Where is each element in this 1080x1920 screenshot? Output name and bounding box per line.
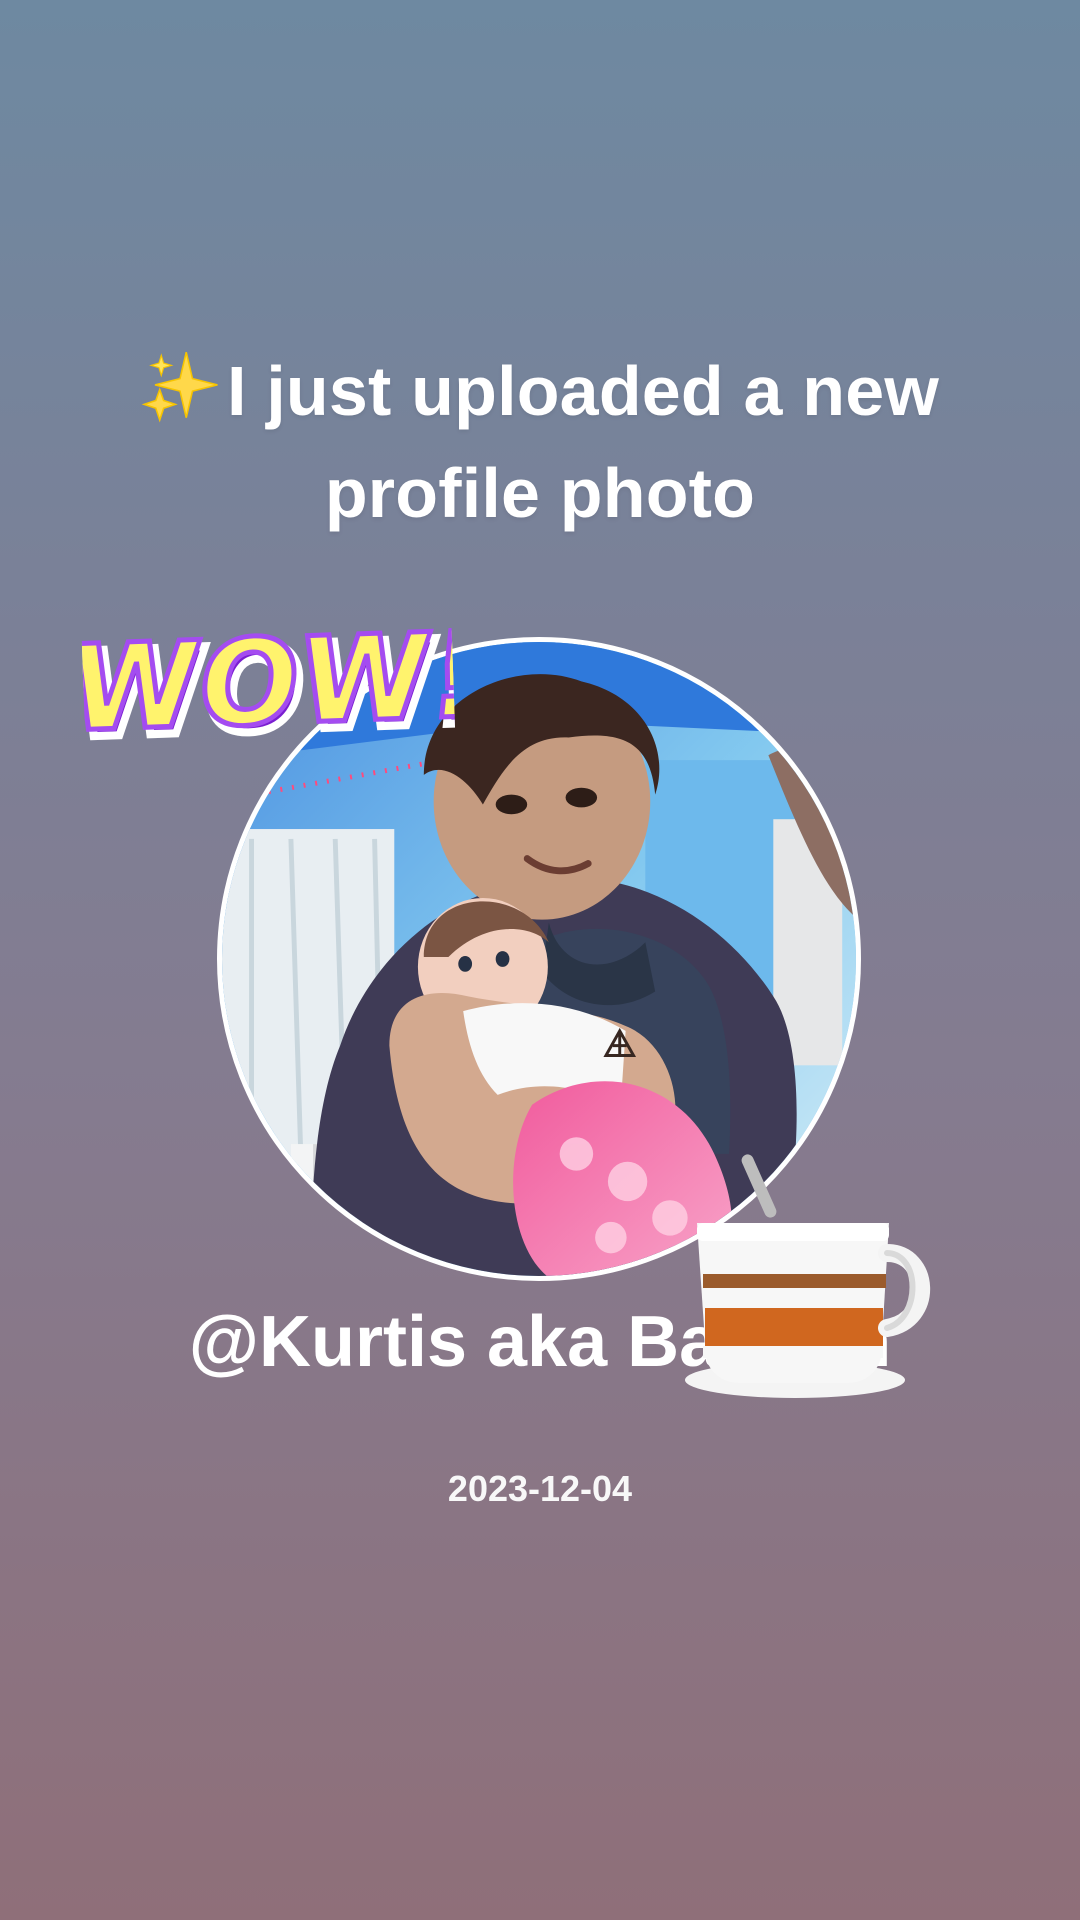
- headline-text: I just uploaded a new profile photo: [90, 340, 990, 544]
- wow-sticker-text: WOW!: [79, 606, 456, 758]
- wow-sticker: WOW! WOW!: [79, 603, 456, 769]
- sparkles-icon: [141, 351, 218, 423]
- headline-label: I just uploaded a new profile photo: [226, 352, 940, 532]
- coffee-cup-icon: [685, 1154, 931, 1398]
- post-date: 2023-12-04: [447, 1468, 633, 1509]
- profile-photo-post-screen: I just uploaded a new profile photo WOW!…: [0, 0, 1080, 1920]
